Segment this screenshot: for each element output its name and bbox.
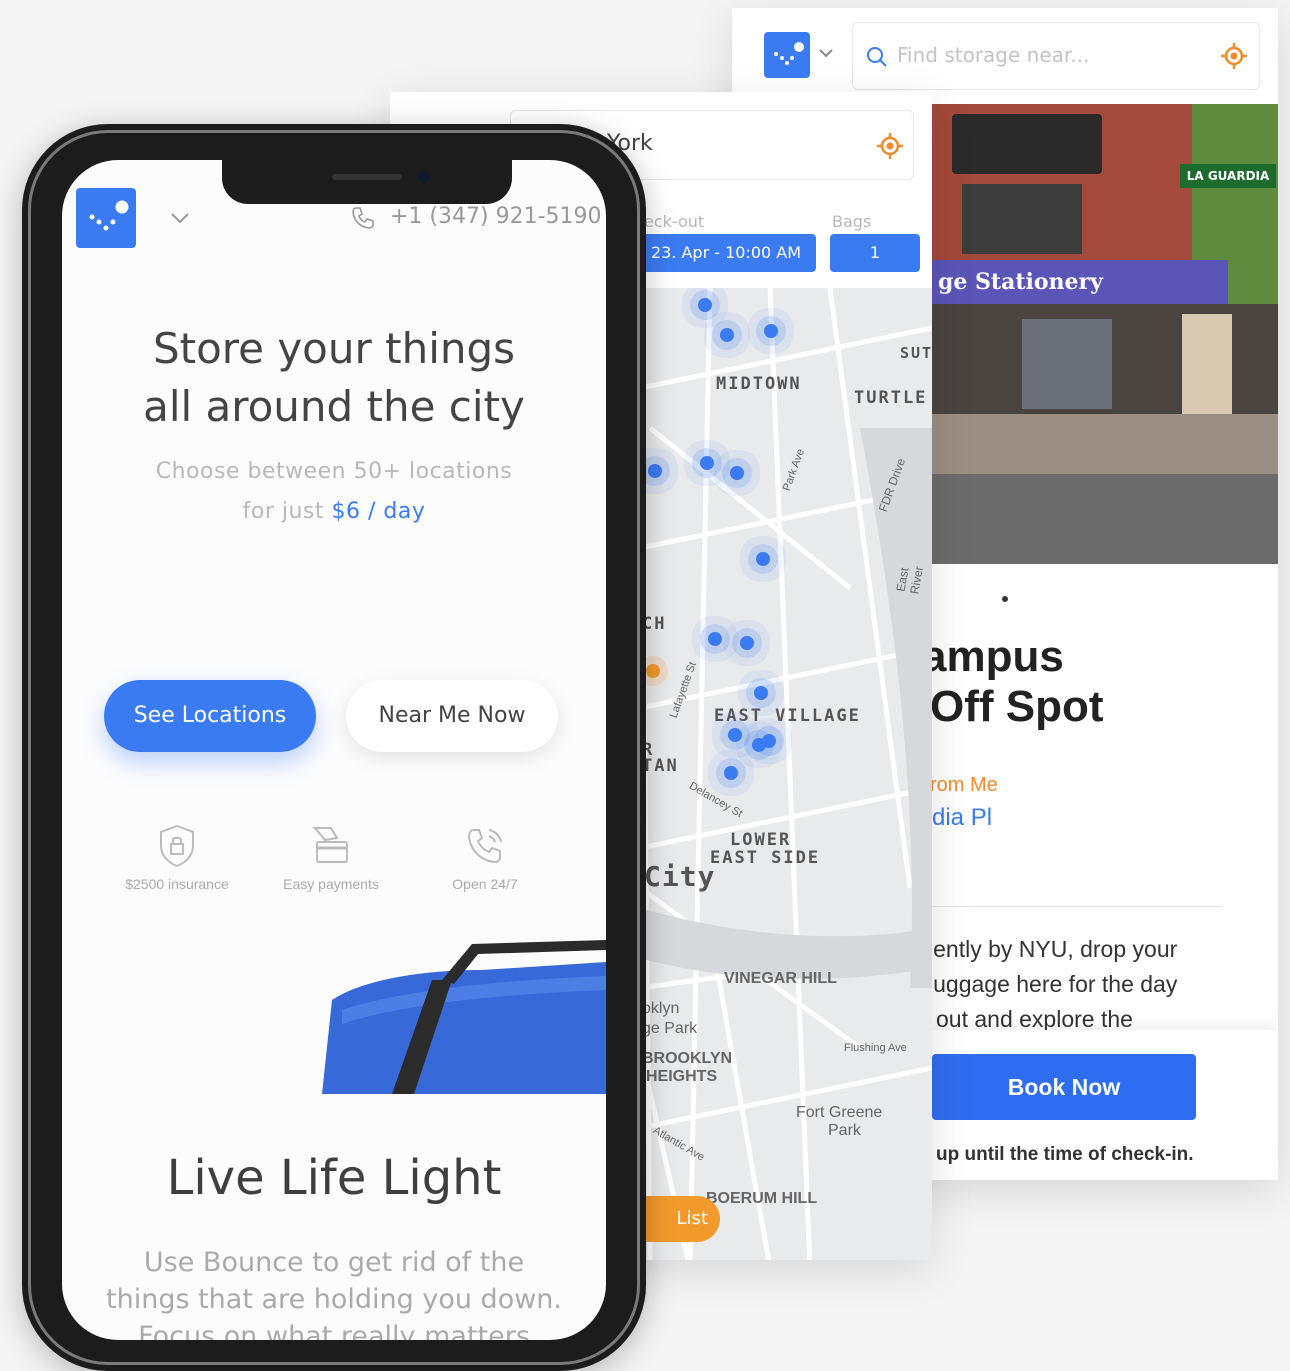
section-body-line3: Focus on what really matters	[138, 1321, 530, 1340]
bounce-logo[interactable]	[764, 32, 810, 78]
map-label-lower: LOWER	[730, 830, 792, 850]
chevron-down-icon[interactable]	[818, 48, 834, 58]
section-title: Live Life Light	[166, 1150, 502, 1206]
feature-insurance-label: $2500 insurance	[125, 876, 229, 892]
home-screen: +1 (347) 921-5190 Store your things all …	[62, 160, 606, 1340]
location-pin[interactable]	[762, 734, 776, 748]
feature-insurance: $2500 insurance	[102, 822, 252, 892]
map-label-city: City	[644, 860, 716, 893]
search-input[interactable]: Find storage near...	[852, 22, 1260, 90]
phone-frame: +1 (347) 921-5190 Store your things all …	[22, 124, 646, 1371]
hero-subtitle-line2: for just $6 / day	[62, 492, 606, 532]
map-label-tan: TAN	[642, 756, 679, 776]
section-body-line1: Use Bounce to get rid of the	[143, 1247, 525, 1278]
phone-icon[interactable]	[350, 205, 376, 231]
feature-open-label: Open 24/7	[452, 876, 518, 892]
chevron-down-icon[interactable]	[170, 212, 190, 224]
shield-lock-icon	[160, 824, 194, 868]
feature-payments-label: Easy payments	[283, 876, 379, 892]
logo-mark-icon	[774, 42, 804, 65]
location-pin[interactable]	[740, 636, 754, 650]
address-link[interactable]: dia Pl	[932, 804, 992, 832]
location-pin[interactable]	[728, 728, 742, 742]
booking-footer: Book Now up until the time of check-in.	[932, 1030, 1278, 1180]
bags-selector[interactable]: 1	[830, 234, 920, 272]
location-pin[interactable]	[708, 632, 722, 646]
map-label-bk-park-1: oklyn	[642, 1000, 680, 1017]
location-pin[interactable]	[648, 464, 662, 478]
storefront-photo: LA GUARDIA ge Stationery	[932, 104, 1278, 564]
book-now-button[interactable]: Book Now	[932, 1054, 1196, 1120]
feature-payments: Easy payments	[256, 822, 406, 892]
location-title-line2: Off Spot	[930, 682, 1104, 731]
map-label-east-side: EAST SIDE	[710, 848, 821, 868]
checkout-date-picker[interactable]: 23. Apr - 10:00 AM	[636, 234, 816, 272]
map-label-vinegar-hill: VINEGAR HILL	[724, 970, 837, 987]
map-label-bk-park-2: ge Park	[642, 1020, 698, 1037]
map-label-boerum-hill: BOERUM HILL	[706, 1190, 818, 1207]
location-pin[interactable]	[720, 328, 734, 342]
bounce-logo[interactable]	[76, 188, 136, 248]
card-payment-icon	[312, 827, 348, 863]
locate-icon[interactable]	[1219, 41, 1249, 71]
phone-ring-icon	[467, 829, 502, 864]
location-pin[interactable]	[754, 686, 768, 700]
map-label-fort-greene-park: Park	[828, 1122, 861, 1139]
hero-subtitle-line1: Choose between 50+ locations	[155, 459, 513, 484]
search-placeholder: Find storage near...	[897, 43, 1090, 67]
location-pin[interactable]	[756, 552, 770, 566]
bags-label: Bags	[832, 212, 872, 231]
map-label-turtle: TURTLE	[854, 388, 928, 408]
search-icon	[867, 47, 887, 67]
price-highlight: $6 / day	[331, 499, 426, 524]
map-label-east-village: EAST VILLAGE	[714, 706, 861, 726]
location-pin[interactable]	[700, 456, 714, 470]
hero-title-line1: Store your things	[152, 324, 516, 373]
phone-number[interactable]: +1 (347) 921-5190	[390, 204, 602, 229]
description-line-1: iently by NYU, drop your	[928, 936, 1178, 962]
cancellation-note: up until the time of check-in.	[936, 1144, 1194, 1165]
location-pin[interactable]	[724, 766, 738, 780]
location-title-line1: ampus	[922, 632, 1064, 681]
logo-mark-icon	[89, 200, 129, 231]
phone-notch	[222, 160, 512, 204]
map-label-midtown: MIDTOWN	[716, 374, 802, 394]
map-label-brooklyn: BROOKLYN	[642, 1050, 733, 1067]
checkout-label: eck-out	[644, 212, 705, 231]
detail-top-bar: Find storage near...	[732, 8, 1278, 104]
divider	[922, 906, 1222, 907]
street-sign: LA GUARDIA	[1180, 164, 1276, 188]
location-pin[interactable]	[730, 466, 744, 480]
section-body-line2: things that are holding you down.	[106, 1284, 562, 1315]
description-line-2: luggage here for the day	[928, 971, 1178, 997]
near-me-now-button[interactable]: Near Me Now	[346, 680, 558, 752]
hero-subtitle-prefix: for just	[242, 499, 332, 524]
map-label-flushing: Flushing Ave	[844, 1042, 907, 1054]
list-button-label: List	[676, 1208, 708, 1229]
carousel-dot[interactable]	[1002, 596, 1008, 602]
see-locations-button[interactable]: See Locations	[104, 680, 316, 752]
map-label-fort-greene: Fort Greene	[796, 1104, 883, 1121]
locate-icon[interactable]	[875, 131, 905, 161]
location-pin-selected[interactable]	[646, 664, 660, 678]
camera-icon	[418, 171, 430, 183]
location-pin[interactable]	[764, 324, 778, 338]
feature-open: Open 24/7	[410, 822, 560, 892]
map-label-heights: HEIGHTS	[646, 1068, 718, 1085]
hero-title-line2: all around the city	[143, 382, 525, 431]
duffel-bag-illustration	[322, 940, 606, 1094]
store-sign: ge Stationery	[932, 260, 1228, 304]
distance-text: rom Me	[930, 774, 998, 796]
location-pin[interactable]	[698, 298, 712, 312]
map-label-sut: SUT	[900, 344, 932, 362]
